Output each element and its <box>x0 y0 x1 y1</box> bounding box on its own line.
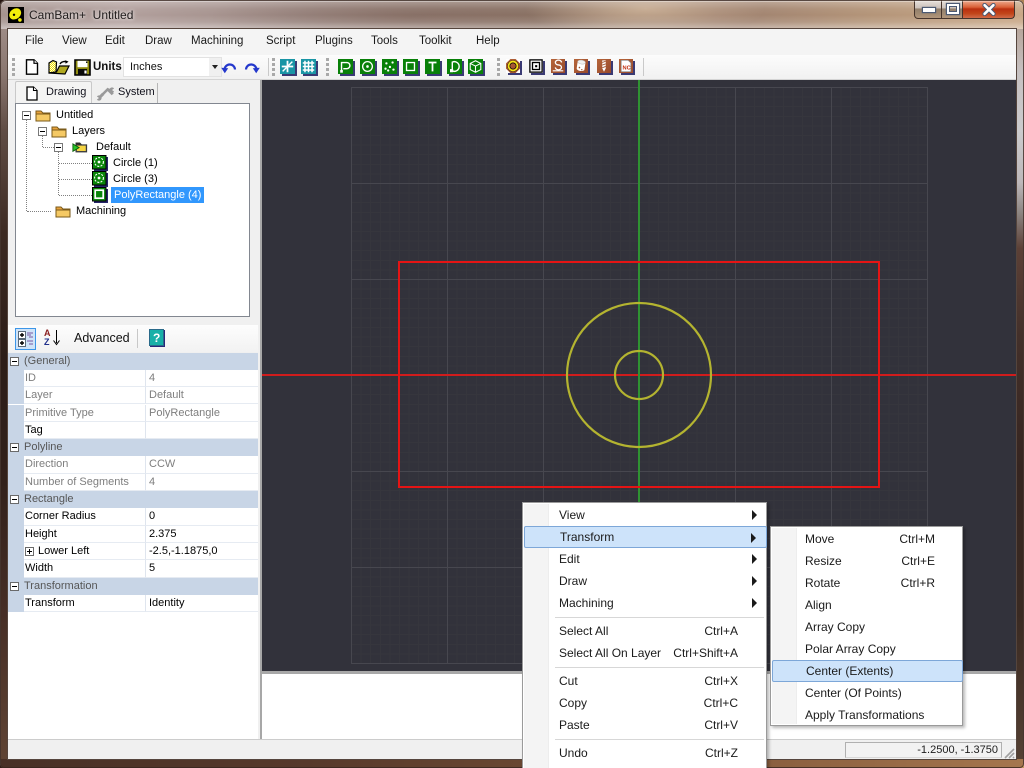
svg-text:NC: NC <box>623 66 631 72</box>
